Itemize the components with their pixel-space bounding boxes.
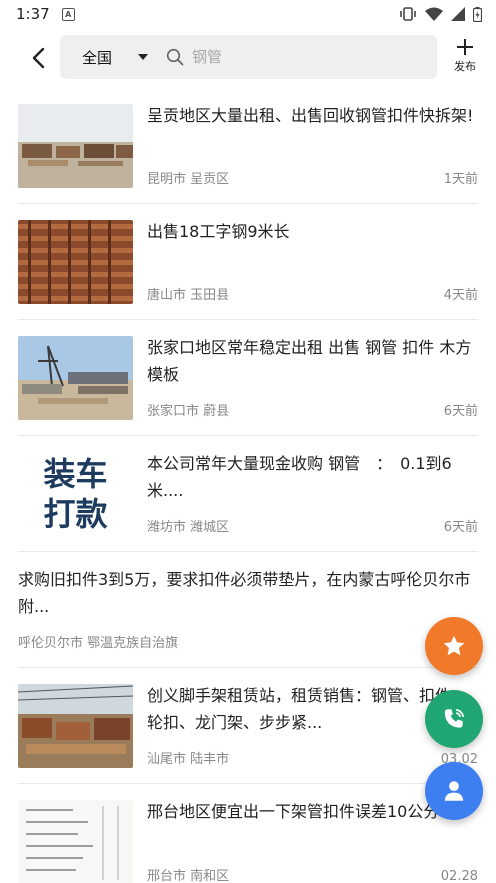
listing-thumbnail xyxy=(18,336,133,420)
list-item[interactable]: 出售18工字钢9米长 唐山市 玉田县 4天前 xyxy=(18,204,478,320)
list-item[interactable]: 呈贡地区大量出租、出售回收钢管扣件快拆架! 昆明市 呈贡区 1天前 xyxy=(18,88,478,204)
listing-thumbnail xyxy=(18,684,133,768)
favorite-button[interactable] xyxy=(425,617,483,675)
listing-location: 张家口市 蔚县 xyxy=(147,404,230,419)
list-item[interactable]: 邢台地区便宜出一下架管扣件误差10公分 邢台市 南和区 02.28 xyxy=(18,784,478,883)
list-item[interactable]: 创义脚手架租赁站，租赁销售：钢管、扣件、轮扣、龙门架、步步紧... 汕尾市 陆丰… xyxy=(18,668,478,784)
listing-time: 1天前 xyxy=(443,172,478,187)
battery-icon xyxy=(473,6,482,22)
signal-icon xyxy=(451,7,465,21)
listing-location: 唐山市 玉田县 xyxy=(147,288,230,303)
profile-button[interactable] xyxy=(425,762,483,820)
status-time: 1:37 xyxy=(16,5,50,23)
plus-icon xyxy=(457,39,473,55)
listing-time: 6天前 xyxy=(443,404,478,419)
listing-title: 本公司常年大量现金收购 钢管 ： 0.1到6米.... xyxy=(147,454,452,500)
listing-thumbnail xyxy=(18,104,133,188)
listing-thumbnail: 装车 打款 xyxy=(18,452,133,536)
listing-location: 邢台市 南和区 xyxy=(147,869,230,883)
back-button[interactable] xyxy=(22,42,54,74)
region-selector[interactable]: 全国 xyxy=(82,47,112,68)
wifi-icon xyxy=(425,7,443,21)
publish-label: 发布 xyxy=(454,60,476,73)
listing-title: 呈贡地区大量出租、出售回收钢管扣件快拆架! xyxy=(147,106,474,125)
listing-feed: 呈贡地区大量出租、出售回收钢管扣件快拆架! 昆明市 呈贡区 1天前 出售18工字… xyxy=(18,88,478,883)
listing-location: 昆明市 呈贡区 xyxy=(147,172,230,187)
listing-location: 汕尾市 陆丰市 xyxy=(147,752,230,767)
list-item[interactable]: 求购旧扣件3到5万，要求扣件必须带垫片，在内蒙古呼伦贝尔市附... 呼伦贝尔市 … xyxy=(18,552,478,668)
notification-icon: A xyxy=(61,7,75,21)
star-icon xyxy=(443,635,465,656)
list-item[interactable]: 张家口地区常年稳定出租 出售 钢管 扣件 木方 模板 张家口市 蔚县 6天前 xyxy=(18,320,478,436)
listing-location: 呼伦贝尔市 鄂温克族自治旗 xyxy=(18,636,179,651)
publish-button[interactable]: 发布 xyxy=(448,37,482,81)
listing-thumbnail xyxy=(18,800,133,883)
thumbnail-caption: 打款 xyxy=(43,495,108,533)
listing-time: 6天前 xyxy=(443,520,478,535)
listing-thumbnail xyxy=(18,220,133,304)
listing-time: 02.28 xyxy=(440,869,478,883)
chevron-left-icon xyxy=(32,47,45,69)
vibrate-icon xyxy=(400,7,416,21)
listing-title: 张家口地区常年稳定出租 出售 钢管 扣件 木方 模板 xyxy=(147,338,472,384)
list-item[interactable]: 装车 打款 本公司常年大量现金收购 钢管 ： 0.1到6米.... 潍坊市 潍城… xyxy=(18,436,478,552)
listing-title: 求购旧扣件3到5万，要求扣件必须带垫片，在内蒙古呼伦贝尔市附... xyxy=(18,570,471,616)
search-icon xyxy=(166,48,184,66)
listing-title: 出售18工字钢9米长 xyxy=(147,222,290,241)
listing-location: 潍坊市 潍城区 xyxy=(147,520,230,535)
caret-down-icon[interactable] xyxy=(138,54,149,60)
top-bar: 全国 发布 xyxy=(0,32,496,84)
user-icon xyxy=(444,781,464,801)
call-button[interactable] xyxy=(425,690,483,748)
search-bar: 全国 xyxy=(60,35,437,79)
status-bar: 1:37 A xyxy=(0,0,496,28)
listing-time: 4天前 xyxy=(443,288,478,303)
search-input[interactable] xyxy=(192,48,393,66)
thumbnail-caption: 装车 xyxy=(43,455,108,493)
phone-icon xyxy=(444,708,465,728)
